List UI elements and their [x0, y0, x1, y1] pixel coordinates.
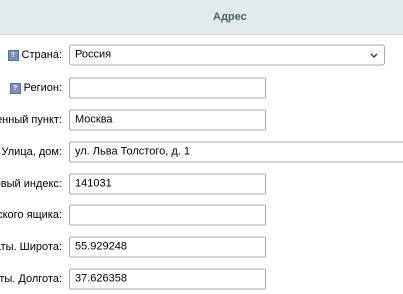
chevron-down-icon — [370, 53, 378, 58]
country-label: Страна: — [21, 49, 62, 61]
country-select[interactable]: Россия — [69, 44, 385, 66]
longitude-input[interactable]: 37.626358 — [69, 268, 266, 290]
country-label-wrap: ? Страна: — [7, 49, 62, 61]
po-box-input[interactable] — [69, 204, 266, 226]
street-row: Улица, дом: ул. Льва Толстого, д. 1 — [0, 137, 403, 167]
street-label: Улица, дом: — [1, 146, 63, 158]
section-header: Адрес — [0, 0, 403, 35]
longitude-row: аты. Долгота: 37.626358 — [0, 264, 403, 294]
address-form: Адрес ? Страна: Россия ? Регион: енный п… — [0, 0, 403, 294]
region-input[interactable] — [69, 77, 266, 99]
street-input[interactable]: ул. Льва Толстого, д. 1 — [69, 141, 403, 163]
section-title: Адрес — [213, 11, 247, 23]
po-box-label: ского ящика: — [0, 209, 62, 221]
region-label-wrap: ? Регион: — [9, 82, 62, 94]
latitude-input[interactable]: 55.929248 — [69, 236, 266, 258]
help-icon[interactable]: ? — [9, 82, 21, 94]
region-row: ? Регион: — [0, 73, 403, 103]
postal-code-row: овый индекс: 141031 — [0, 169, 403, 199]
country-row: ? Страна: Россия — [0, 40, 403, 70]
region-label: Регион: — [23, 82, 62, 94]
country-select-value: Россия — [75, 48, 112, 61]
locality-row: енный пункт: Москва — [0, 105, 403, 135]
po-box-row: ского ящика: — [0, 200, 403, 230]
help-icon[interactable]: ? — [7, 49, 19, 61]
postal-code-input[interactable]: 141031 — [69, 173, 266, 195]
locality-label: енный пункт: — [0, 114, 62, 126]
postal-code-label: овый индекс: — [0, 178, 62, 190]
latitude-row: аты. Широта: 55.929248 — [0, 232, 403, 262]
locality-input[interactable]: Москва — [69, 109, 266, 131]
latitude-label: аты. Широта: — [0, 241, 62, 253]
longitude-label: аты. Долгота: — [0, 273, 62, 285]
